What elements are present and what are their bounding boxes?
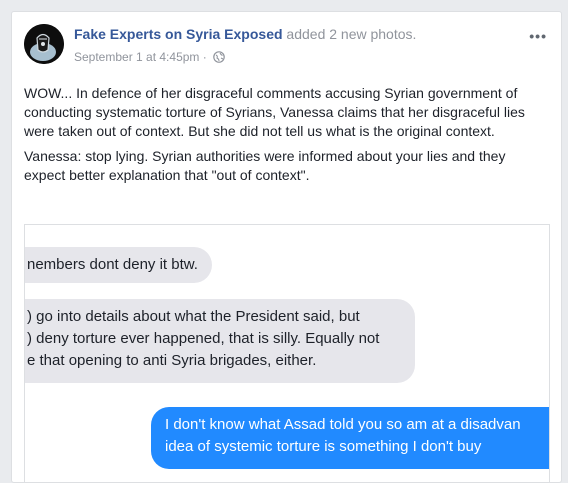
post-meta: September 1 at 4:45pm · bbox=[74, 50, 225, 66]
post-header: Fake Experts on Syria Exposed added 2 ne… bbox=[74, 26, 416, 42]
post-paragraph: Vanessa: stop lying. Syrian authorities … bbox=[24, 148, 506, 183]
outgoing-message-bubble: I don't know what Assad told you so am a… bbox=[151, 407, 549, 469]
post-message: WOW... In defence of her disgraceful com… bbox=[24, 84, 549, 191]
post-photo[interactable]: nembers dont deny it btw. ) go into deta… bbox=[24, 224, 550, 482]
globe-icon[interactable] bbox=[213, 51, 225, 66]
post-card: Fake Experts on Syria Exposed added 2 ne… bbox=[11, 11, 562, 483]
message-line: e that opening to anti Syria brigades, e… bbox=[27, 352, 317, 369]
more-options-icon[interactable]: ••• bbox=[529, 28, 547, 44]
message-line: ) deny torture ever happened, that is si… bbox=[27, 330, 380, 347]
message-line: I don't know what Assad told you so am a… bbox=[165, 416, 521, 433]
message-line: idea of systemic torture is something I … bbox=[165, 438, 482, 455]
message-line: nembers dont deny it btw. bbox=[27, 256, 198, 273]
post-timestamp[interactable]: September 1 at 4:45pm bbox=[74, 50, 199, 64]
incoming-message-bubble: ) go into details about what the Preside… bbox=[25, 299, 415, 383]
incoming-message-bubble: nembers dont deny it btw. bbox=[25, 247, 212, 283]
page-avatar[interactable] bbox=[24, 24, 64, 64]
post-action-text: added 2 new photos. bbox=[282, 26, 417, 42]
page-logo-icon bbox=[24, 24, 64, 64]
meta-separator: · bbox=[199, 50, 211, 64]
page-name-link[interactable]: Fake Experts on Syria Exposed bbox=[74, 26, 283, 42]
message-line: ) go into details about what the Preside… bbox=[27, 308, 360, 325]
post-paragraph: WOW... In defence of her disgraceful com… bbox=[24, 85, 525, 139]
